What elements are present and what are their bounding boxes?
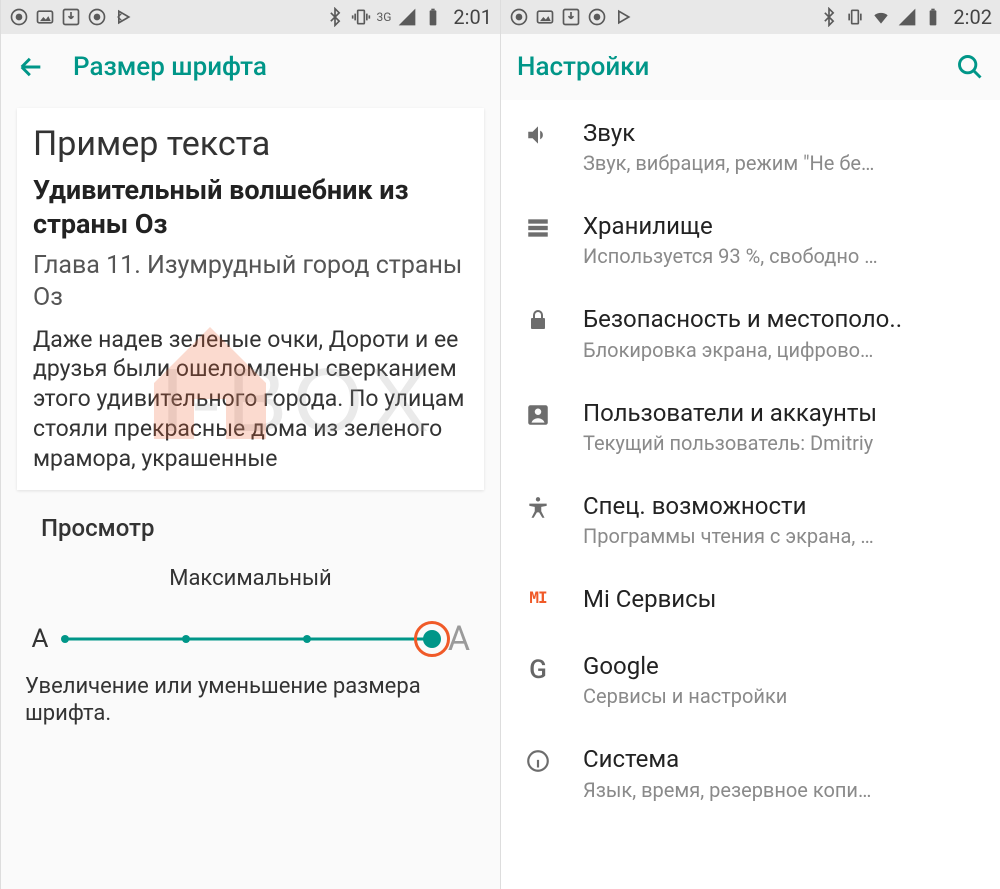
settings-item-users[interactable]: Пользователи и аккаунты Текущий пользова… (501, 380, 1000, 473)
settings-item-google[interactable]: G Google Сервисы и настройки (501, 633, 1000, 726)
search-button[interactable] (956, 53, 984, 81)
wifi-icon (871, 7, 891, 27)
notif-icon (509, 7, 529, 27)
download-icon (561, 7, 581, 27)
bluetooth-icon (325, 7, 345, 27)
status-bar: 2:02 (501, 0, 1000, 34)
slider-caption: Максимальный (21, 566, 480, 591)
sample-chapter: Глава 11. Изумрудный город страны Оз (33, 250, 468, 315)
notif-icon-2 (87, 7, 107, 27)
toolbar: Настройки (501, 34, 1000, 100)
item-title: Хранилище (583, 211, 980, 242)
item-title: Система (583, 744, 980, 775)
preview-label: Просмотр (41, 514, 476, 542)
accessibility-icon (521, 495, 555, 521)
sound-icon (521, 122, 555, 148)
sample-text-card: Пример текста Удивительный волшебник из … (17, 108, 484, 490)
storage-icon (521, 215, 555, 241)
slider-min-label: A (25, 624, 55, 654)
battery-icon (423, 7, 443, 27)
item-title: Спец. возможности (583, 491, 980, 522)
signal-icon (897, 7, 917, 27)
slider-max-label: A (442, 619, 476, 659)
account-icon (521, 402, 555, 428)
settings-item-storage[interactable]: Хранилище Используется 93 %, свободно … (501, 193, 1000, 286)
notif-icon-2 (587, 7, 607, 27)
font-size-slider[interactable] (65, 627, 432, 651)
settings-item-mi-services[interactable]: MI Mi Сервисы (501, 566, 1000, 633)
bluetooth-icon (819, 7, 839, 27)
item-sub: Звук, вибрация, режим "Не бе… (583, 151, 980, 175)
item-title: Безопасность и местополо.. (583, 304, 980, 335)
slider-thumb[interactable] (423, 630, 441, 648)
sample-body: Даже надев зеленые очки, Дороти и ее дру… (33, 325, 468, 474)
settings-screen: 2:02 Настройки Звук Звук, вибрация, режи… (500, 0, 1000, 889)
signal-icon (397, 7, 417, 27)
item-sub: Программы чтения с экрана, … (583, 524, 980, 548)
item-title: Google (583, 651, 980, 682)
sample-heading: Пример текста (33, 124, 468, 164)
play-icon (113, 7, 133, 27)
network-label: 3G (377, 10, 392, 24)
settings-item-accessibility[interactable]: Спец. возможности Программы чтения с экр… (501, 473, 1000, 566)
back-button[interactable] (17, 53, 45, 81)
play-icon (613, 7, 633, 27)
battery-icon (923, 7, 943, 27)
notif-icon (9, 7, 29, 27)
settings-list: Звук Звук, вибрация, режим "Не бе… Храни… (501, 100, 1000, 889)
toolbar: Размер шрифта (1, 34, 500, 100)
status-bar: 3G 2:01 (1, 0, 500, 34)
lock-icon (521, 308, 555, 332)
image-icon (535, 7, 555, 27)
google-icon: G (521, 655, 555, 685)
font-size-screen: 3G 2:01 Размер шрифта Пример текста Удив… (0, 0, 500, 889)
item-title: Mi Сервисы (583, 584, 980, 615)
vibrate-icon (351, 7, 371, 27)
item-title: Звук (583, 118, 980, 149)
settings-item-security[interactable]: Безопасность и местополо.. Блокировка эк… (501, 286, 1000, 379)
page-title: Размер шрифта (73, 52, 267, 82)
vibrate-icon (845, 7, 865, 27)
info-icon (521, 748, 555, 774)
page-title: Настройки (517, 52, 649, 82)
image-icon (35, 7, 55, 27)
font-size-slider-section: Максимальный A A (1, 542, 500, 667)
download-icon (61, 7, 81, 27)
item-sub: Текущий пользователь: Dmitriy (583, 431, 980, 455)
clock: 2:02 (953, 5, 992, 29)
item-sub: Сервисы и настройки (583, 684, 980, 708)
item-sub: Блокировка экрана, цифрово… (583, 338, 980, 362)
mi-icon: MI (521, 588, 555, 607)
item-sub: Язык, время, резервное копи… (583, 778, 980, 802)
settings-item-sound[interactable]: Звук Звук, вибрация, режим "Не бе… (501, 100, 1000, 193)
settings-item-system[interactable]: Система Язык, время, резервное копи… (501, 726, 1000, 819)
sample-title: Удивительный волшебник из страны Оз (33, 174, 468, 242)
slider-help-text: Увеличение или уменьшение размера шрифта… (1, 667, 500, 728)
item-title: Пользователи и аккаунты (583, 398, 980, 429)
item-sub: Используется 93 %, свободно … (583, 244, 980, 268)
clock: 2:01 (453, 5, 492, 29)
